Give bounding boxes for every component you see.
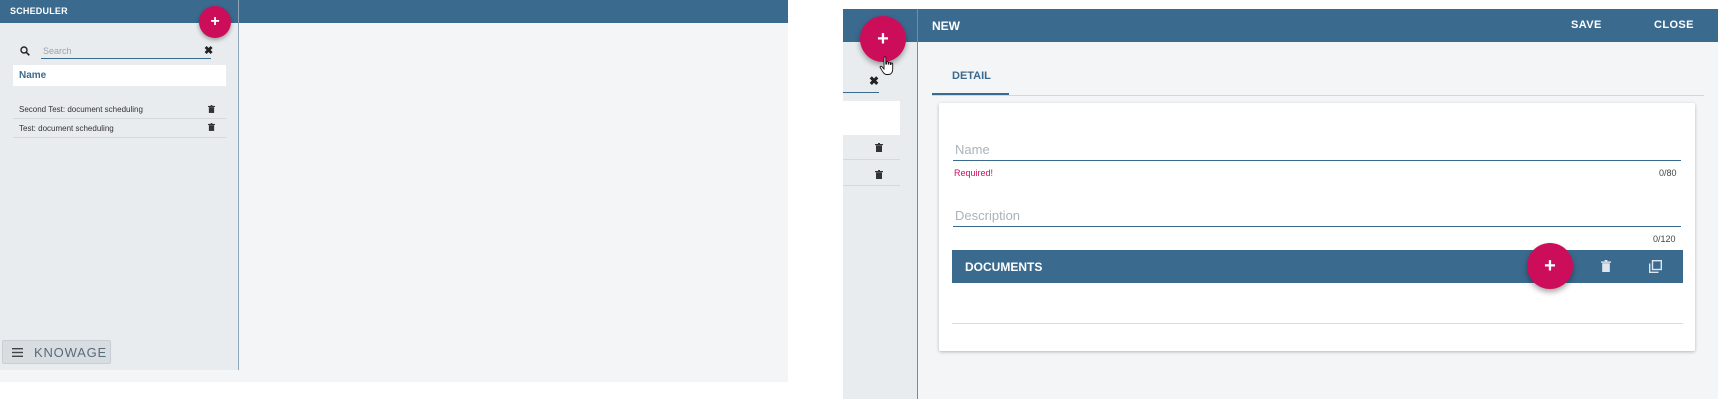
documents-list-divider: [952, 323, 1683, 324]
hamburger-menu-icon[interactable]: [12, 348, 23, 357]
description-char-counter: 0/120: [1653, 234, 1676, 244]
trash-icon[interactable]: [208, 123, 215, 131]
description-field[interactable]: [953, 205, 1681, 227]
hand-pointer-icon: [879, 56, 894, 75]
search-underline: [843, 92, 879, 93]
add-document-button[interactable]: +: [1527, 243, 1573, 289]
list-header-name[interactable]: Name: [19, 70, 46, 81]
list-item-label: Second Test: document scheduling: [19, 105, 143, 114]
close-icon[interactable]: ✖: [204, 44, 213, 57]
save-button[interactable]: SAVE: [1571, 19, 1602, 31]
scheduler-title: SCHEDULER: [10, 6, 68, 16]
detail-title: NEW: [932, 19, 960, 33]
header-divider: [238, 0, 239, 23]
documents-toolbar: [952, 250, 1683, 283]
trash-icon[interactable]: [1601, 260, 1611, 272]
list-item[interactable]: [843, 161, 900, 186]
trash-icon[interactable]: [875, 143, 883, 152]
knowage-logo: KNOWAGE: [34, 345, 108, 360]
tab-detail-label: DETAIL: [952, 70, 991, 82]
name-char-counter: 0/80: [1659, 168, 1677, 178]
scheduler-sidebar-collapsed: [843, 42, 918, 399]
list-header: [843, 101, 900, 135]
sidebar-divider: [917, 9, 918, 399]
list-item-label: Test: document scheduling: [19, 124, 114, 133]
documents-title: DOCUMENTS: [965, 260, 1043, 274]
scheduler-header-bar: [0, 0, 788, 23]
close-button[interactable]: CLOSE: [1654, 19, 1694, 31]
add-scheduler-button[interactable]: +: [199, 6, 231, 38]
trash-icon[interactable]: [208, 105, 215, 113]
tab-divider: [932, 95, 1704, 96]
name-field[interactable]: [953, 139, 1681, 161]
search-icon: [20, 46, 30, 56]
name-error-message: Required!: [954, 168, 994, 178]
list-item[interactable]: [843, 135, 900, 160]
close-icon[interactable]: ✖: [869, 74, 879, 88]
search-input[interactable]: [41, 44, 211, 59]
copy-icon[interactable]: [1649, 260, 1662, 273]
trash-icon[interactable]: [875, 170, 883, 179]
main-menu-bar[interactable]: KNOWAGE: [2, 340, 111, 364]
